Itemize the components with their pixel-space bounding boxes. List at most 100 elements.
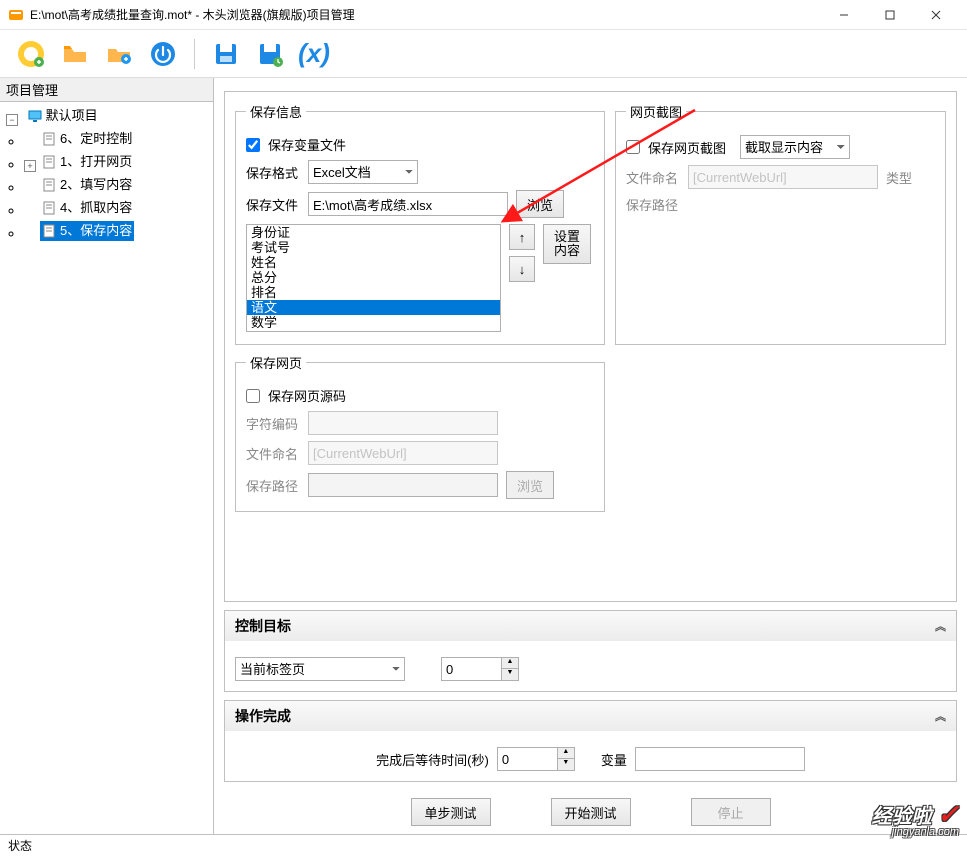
tree-item[interactable]: 4、抓取内容 [40,198,134,218]
target-select[interactable]: 当前标签页 [235,657,405,681]
operation-done-title: 操作完成 [235,706,291,726]
save-screenshot-checkbox[interactable] [626,140,640,154]
page-path-input [308,473,498,497]
save-file-label: 保存文件 [246,195,300,214]
save-file-input[interactable] [308,192,508,216]
monitor-icon [28,109,42,123]
charset-label: 字符编码 [246,414,300,433]
action-buttons-row: 单步测试 开始测试 停止 [224,790,957,834]
spin-up-button[interactable]: ▲ [558,748,574,759]
status-bar: 状态 [0,834,967,856]
page-filename-select: [CurrentWebUrl] [308,441,498,465]
wait-time-spinner[interactable]: ▲▼ [497,747,575,771]
operation-done-section: 操作完成 ︽ 完成后等待时间(秒) ▲▼ 变量 [224,700,957,782]
spin-up-button[interactable]: ▲ [502,658,518,669]
stop-button: 停止 [691,798,771,826]
save-format-label: 保存格式 [246,163,300,182]
new-project-icon[interactable] [12,35,50,73]
add-folder-icon[interactable] [100,35,138,73]
target-index-input[interactable] [441,657,501,681]
minimize-button[interactable] [821,0,867,30]
list-item[interactable]: 姓名 [247,255,500,270]
screenshot-legend: 网页截图 [626,102,686,121]
browse-page-path-button: 浏览 [506,471,554,499]
screenshot-type-label: 类型 [886,168,912,187]
target-index-spinner[interactable]: ▲▼ [441,657,519,681]
charset-select [308,411,498,435]
var-input[interactable] [635,747,805,771]
title-bar: E:\mot\高考成绩批量查询.mot* - 木头浏览器(旗舰版)项目管理 [0,0,967,30]
tree-collapse-icon[interactable]: − [6,114,18,126]
step-test-button[interactable]: 单步测试 [411,798,491,826]
list-item[interactable]: 总分 [247,270,500,285]
tree-item[interactable]: 1、打开网页 [40,152,134,172]
operation-done-header[interactable]: 操作完成 ︽ [225,701,956,731]
control-target-title: 控制目标 [235,616,291,636]
tree-item[interactable]: 5、保存内容 [40,221,134,241]
wait-time-label: 完成后等待时间(秒) [376,750,489,769]
watermark-text: 经验啦 [872,806,932,828]
window-title: E:\mot\高考成绩批量查询.mot* - 木头浏览器(旗舰版)项目管理 [30,6,821,23]
tree-item[interactable]: 2、填写内容 [40,175,134,195]
page-filename-label: 文件命名 [246,444,300,463]
main-panel: 保存信息 保存变量文件 保存格式 Excel文档 保存文件 浏览 [224,91,957,602]
screenshot-filename-select: [CurrentWebUrl] [688,165,878,189]
watermark: 经验啦 ✓ jingyanla.com [872,799,959,838]
capture-mode-select[interactable]: 截取显示内容 [740,135,850,159]
power-icon[interactable] [144,35,182,73]
spin-down-button[interactable]: ▼ [502,669,518,680]
maximize-button[interactable] [867,0,913,30]
control-target-header[interactable]: 控制目标 ︽ [225,611,956,641]
save-info-fieldset: 保存信息 保存变量文件 保存格式 Excel文档 保存文件 浏览 [235,102,605,345]
save-info-legend: 保存信息 [246,102,306,121]
browse-save-file-button[interactable]: 浏览 [516,190,564,218]
app-icon [8,7,24,23]
variable-icon[interactable]: (x) [295,35,333,73]
save-var-file-checkbox[interactable] [246,138,260,152]
page-icon [42,155,56,169]
screenshot-fieldset: 网页截图 保存网页截图 截取显示内容 文件命名 [CurrentWebUrl] … [615,102,946,345]
control-target-section: 控制目标 ︽ 当前标签页 ▲▼ [224,610,957,692]
list-item[interactable]: 排名 [247,285,500,300]
tree-root-item[interactable]: 默认项目 [26,106,100,126]
page-icon [42,178,56,192]
list-item[interactable]: 考试号 [247,240,500,255]
collapse-icon: ︽ [935,708,946,724]
close-button[interactable] [913,0,959,30]
save-var-file-label: 保存变量文件 [268,135,346,154]
save-source-checkbox[interactable] [246,389,260,403]
spin-down-button[interactable]: ▼ [558,759,574,770]
page-icon [42,201,56,215]
save-icon[interactable] [207,35,245,73]
page-icon [42,132,56,146]
var-label: 变量 [601,750,627,769]
move-down-button[interactable]: ↓ [509,256,535,282]
wait-time-input[interactable] [497,747,557,771]
start-test-button[interactable]: 开始测试 [551,798,631,826]
screenshot-path-label: 保存路径 [626,195,680,214]
status-text: 状态 [8,839,32,853]
save-format-select[interactable]: Excel文档 [308,160,418,184]
checkmark-icon: ✓ [937,799,959,829]
list-item[interactable]: 身份证 [247,225,500,240]
collapse-icon: ︽ [935,618,946,634]
open-folder-icon[interactable] [56,35,94,73]
page-icon [42,224,56,238]
tree-expand-icon[interactable]: + [24,160,36,172]
toolbar-separator [194,39,195,69]
sidebar: 项目管理 − 默认项目 6、定时控制 +1、打开网页 2、填写内容 4、抓取内容 5、保… [0,78,214,834]
save-as-icon[interactable] [251,35,289,73]
toolbar: (x) [0,30,967,78]
variable-listbox[interactable]: 身份证考试号姓名总分排名语文数学 [246,224,501,332]
screenshot-filename-label: 文件命名 [626,168,680,187]
save-source-label: 保存网页源码 [268,386,346,405]
move-up-button[interactable]: ↑ [509,224,535,250]
project-tree[interactable]: − 默认项目 6、定时控制 +1、打开网页 2、填写内容 4、抓取内容 5、保存内容 [0,102,213,834]
tree-item[interactable]: 6、定时控制 [40,129,134,149]
save-page-fieldset: 保存网页 保存网页源码 字符编码 文件命名 [CurrentWebUrl] 保存… [235,353,605,512]
list-item[interactable]: 数学 [247,315,500,330]
list-item[interactable]: 语文 [247,300,500,315]
set-content-button[interactable]: 设置 内容 [543,224,591,264]
save-screenshot-label: 保存网页截图 [648,138,726,157]
sidebar-header: 项目管理 [0,78,213,102]
